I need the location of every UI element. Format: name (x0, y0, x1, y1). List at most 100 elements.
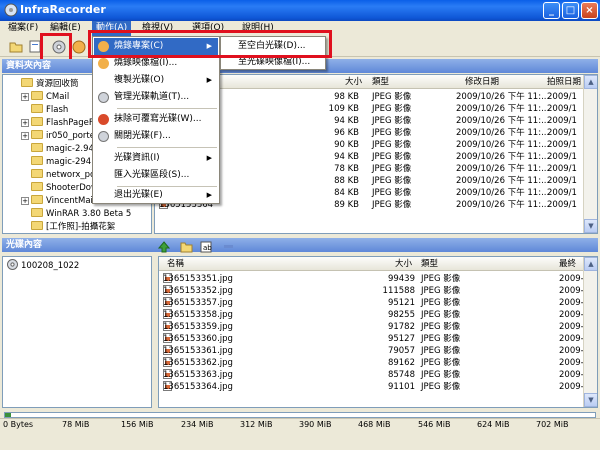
disc-icon (98, 92, 109, 103)
menu-file[interactable]: 檔案(F) (4, 21, 42, 36)
column-modified[interactable]: 修改日期 (465, 75, 499, 89)
window-title: InfraRecorder (20, 3, 106, 16)
up-arrow-icon[interactable] (158, 241, 170, 253)
disc-file-row[interactable]: 1365153361.jpg 79057 JPEG 影像 2009-1 (159, 345, 589, 357)
expand-icon[interactable]: + (21, 93, 29, 101)
column-modified[interactable]: 最終 (559, 257, 576, 271)
tree-item[interactable]: + VincentMai (21, 195, 93, 208)
minimize-button[interactable]: _ (543, 2, 560, 19)
disc-file-row[interactable]: 1365153363.jpg 85748 JPEG 影像 2009-1 (159, 369, 589, 381)
menu-item-erase-disc[interactable]: 抹除可覆寫光碟(W)... (94, 111, 218, 128)
folder-icon (31, 208, 43, 217)
new-folder-icon[interactable] (180, 241, 193, 253)
burn-image-icon (98, 58, 109, 69)
disc-icon (7, 259, 18, 270)
disc-header: 光碟內容 (2, 238, 598, 252)
erase-icon (72, 40, 85, 53)
disc-scrollbar[interactable]: ▲ ▼ (583, 257, 597, 407)
column-type[interactable]: 類型 (372, 75, 389, 89)
menu-separator (117, 108, 217, 109)
scale-label: 702 MiB (536, 420, 569, 429)
disc-file-row[interactable]: 1365153352.jpg 111588 JPEG 影像 2009-1 (159, 285, 589, 297)
folder-icon (31, 130, 43, 139)
capacity-scale: 0 Bytes 78 MiB 156 MiB 234 MiB 312 MiB 3… (0, 418, 600, 432)
disc-root-item[interactable]: 100208_1022 (7, 259, 79, 272)
app-icon (4, 3, 18, 17)
menu-separator (117, 147, 217, 148)
title-bar: InfraRecorder _ □ × (0, 0, 600, 21)
column-size[interactable]: 大小 (345, 75, 362, 89)
disc-file-row[interactable]: 1365153364.jpg 91101 JPEG 影像 2009-1 (159, 381, 589, 393)
explorer-scrollbar[interactable]: ▲ ▼ (583, 75, 597, 233)
scale-label: 78 MiB (62, 420, 90, 429)
folder-icon (31, 117, 43, 126)
folder-icon (31, 221, 43, 230)
scale-label: 0 Bytes (3, 420, 34, 429)
tree-item[interactable]: networx_pc (31, 169, 95, 182)
expand-icon[interactable]: + (21, 119, 29, 127)
tree-item[interactable]: magic-2.94 (31, 143, 94, 156)
scroll-down-button[interactable]: ▼ (584, 219, 597, 233)
tree-item[interactable]: + ir050_porte (21, 130, 95, 143)
erase-disc-button[interactable] (70, 38, 87, 55)
folder-icon (31, 195, 43, 204)
scroll-down-button[interactable]: ▼ (584, 393, 597, 407)
column-taken[interactable]: 拍照日期 (547, 75, 581, 89)
folder-icon (31, 143, 43, 152)
disc-file-row[interactable]: 1365153357.jpg 95121 JPEG 影像 2009-1 (159, 297, 589, 309)
tree-item[interactable]: ShooterDow (31, 182, 98, 195)
maximize-button[interactable]: □ (562, 2, 579, 19)
tree-item[interactable]: WinRAR 3.80 Beta 5 (31, 208, 131, 221)
close-button[interactable]: × (581, 2, 598, 19)
tree-item[interactable]: Flash (31, 104, 68, 117)
close-disc-icon (98, 131, 109, 142)
menu-item-eject-disc[interactable]: 退出光碟(E) ▶ (94, 187, 218, 204)
disc-toolbar: ab (158, 240, 238, 254)
recycle-bin-icon (21, 78, 33, 87)
expand-icon[interactable]: + (21, 132, 29, 140)
disc-file-row[interactable]: 1365153351.jpg 99439 JPEG 影像 2009-1 (159, 273, 589, 285)
menu-highlight-box (88, 30, 332, 58)
menu-item-import-session[interactable]: 匯入光碟區段(S)... (94, 167, 218, 184)
tree-item-recycle-bin[interactable]: 資源回收筒 (21, 78, 79, 91)
disc-file-row[interactable]: 1365153362.jpg 89162 JPEG 影像 2009-1 (159, 357, 589, 369)
disc-file-row[interactable]: 1365153358.jpg 98255 JPEG 影像 2009-1 (159, 309, 589, 321)
menu-item-manage-tracks[interactable]: 管理光碟軌道(T)... (94, 89, 218, 106)
disc-capacity-fill (5, 413, 11, 417)
scale-label: 390 MiB (299, 420, 332, 429)
scale-label: 312 MiB (240, 420, 273, 429)
folder-icon (31, 169, 43, 178)
folder-icon (31, 182, 43, 191)
disc-column-header: 名稱 大小 類型 最終 (159, 257, 583, 271)
scroll-up-button[interactable]: ▲ (584, 75, 597, 89)
column-type[interactable]: 類型 (421, 257, 438, 271)
disc-file-list: 名稱 大小 類型 最終 1365153351.jpg 99439 JPEG 影像 20… (158, 256, 598, 408)
explorer-file-list: 大小 類型 修改日期 拍照日期 98 KB JPEG 影像 2009/10/26 下… (154, 74, 598, 234)
rename-icon[interactable]: ab (200, 241, 212, 253)
new-project-button[interactable] (7, 38, 24, 55)
tree-item[interactable]: + CMail (21, 91, 69, 104)
menu-item-disc-info[interactable]: 光碟資訊(I) ▶ (94, 150, 218, 167)
scale-label: 234 MiB (181, 420, 214, 429)
action-menu: 燒錄專案(C) ▶ 燒錄映像檔(I)... 複製光碟(O) ▶ 管理光碟軌道(T… (92, 36, 220, 204)
remove-icon[interactable] (224, 245, 233, 248)
disc-file-row[interactable]: 1365153360.jpg 95127 JPEG 影像 2009-1 (159, 333, 589, 345)
scale-label: 468 MiB (358, 420, 391, 429)
column-name[interactable]: 名稱 (167, 257, 184, 271)
tree-item[interactable]: + FlashPageFl (21, 117, 96, 130)
column-size[interactable]: 大小 (395, 257, 412, 271)
tree-item[interactable]: [工作照]-拍攝花絮 (31, 221, 115, 233)
scale-label: 156 MiB (121, 420, 154, 429)
folder-icon (9, 42, 22, 52)
disc-file-row[interactable]: 1365153359.jpg 91782 JPEG 影像 2009-1 (159, 321, 589, 333)
menu-item-close-disc[interactable]: 關閉光碟(F)... (94, 128, 218, 145)
scroll-up-button[interactable]: ▲ (584, 257, 597, 271)
folder-icon (31, 104, 43, 113)
expand-icon[interactable]: + (21, 197, 29, 205)
folder-icon (31, 91, 43, 100)
document-icon (29, 40, 40, 53)
tree-item[interactable]: magic-294b (31, 156, 97, 169)
menu-item-copy-disc[interactable]: 複製光碟(O) ▶ (94, 72, 218, 89)
disc-tree: 100208_1022 (2, 256, 152, 408)
scale-label: 546 MiB (418, 420, 451, 429)
